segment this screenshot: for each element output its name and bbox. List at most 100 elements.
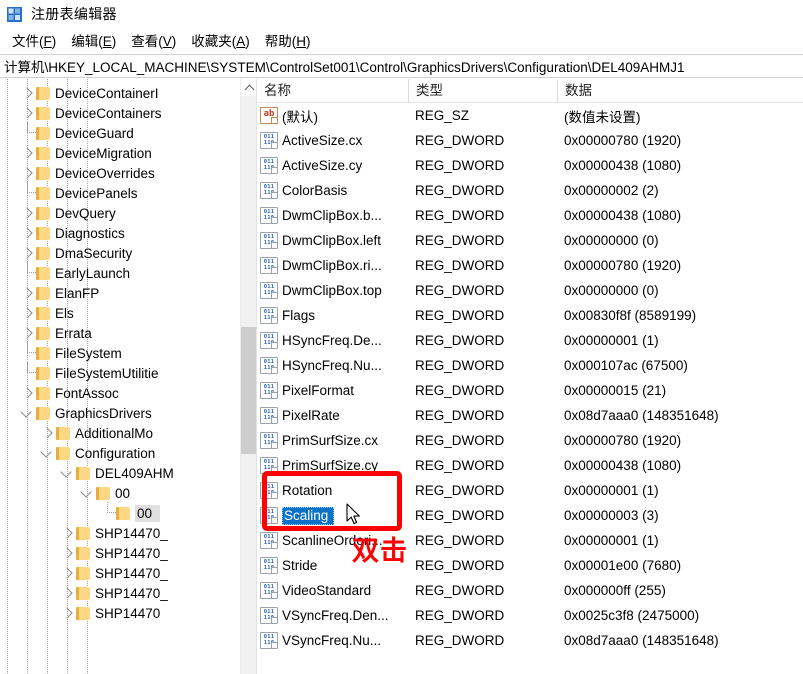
tree-item[interactable]: Configuration — [0, 443, 246, 463]
dword-value-icon: 011110 — [260, 382, 278, 399]
value-type: REG_DWORD — [409, 408, 558, 423]
chevron-right-icon[interactable] — [20, 103, 36, 123]
value-name: HSyncFreq.Nu... — [282, 358, 382, 373]
value-row[interactable]: 011110VSyncFreq.Den...REG_DWORD0x0025c3f… — [257, 603, 803, 628]
chevron-right-icon[interactable] — [20, 163, 36, 183]
value-row[interactable]: 011110DwmClipBox.topREG_DWORD0x00000000 … — [257, 278, 803, 303]
value-row[interactable]: 011110VideoStandardREG_DWORD0x000000ff (… — [257, 578, 803, 603]
column-header-type[interactable]: 类型 — [409, 79, 558, 103]
tree-item[interactable]: SHP14470_ — [0, 543, 246, 563]
column-header-name[interactable]: 名称 — [257, 79, 409, 103]
value-row[interactable]: 011110StrideREG_DWORD0x00001e00 (7680) — [257, 553, 803, 578]
tree-item[interactable]: 00 — [0, 503, 246, 523]
value-row[interactable]: 011110HSyncFreq.De...REG_DWORD0x00000001… — [257, 328, 803, 353]
tree-vertical-scrollbar[interactable] — [240, 79, 256, 674]
chevron-right-icon[interactable] — [20, 83, 36, 103]
tree-item[interactable]: DeviceContainers — [0, 103, 246, 123]
tree-item-label: SHP14470_ — [95, 546, 168, 561]
tree-scrollbar-thumb[interactable] — [241, 327, 257, 454]
value-name-cell: 011110Rotation — [257, 482, 409, 499]
dword-value-icon: 011110 — [260, 432, 278, 449]
chevron-down-icon[interactable] — [60, 463, 76, 483]
menu-help[interactable]: 帮助(H) — [259, 29, 320, 51]
chevron-right-icon[interactable] — [60, 583, 76, 603]
menu-view[interactable]: 查看(V) — [125, 29, 185, 51]
value-name-cell: 011110DwmClipBox.top — [257, 282, 409, 299]
value-data: 0x000000ff (255) — [558, 583, 803, 598]
registry-values-pane[interactable]: 名称 类型 数据 ab(默认)REG_SZ(数值未设置)011110Active… — [257, 79, 803, 674]
tree-item[interactable]: FontAssoc — [0, 383, 246, 403]
value-row[interactable]: 011110ActiveSize.cyREG_DWORD0x00000438 (… — [257, 153, 803, 178]
chevron-right-icon[interactable] — [60, 603, 76, 623]
tree-item[interactable]: AdditionalMo — [0, 423, 246, 443]
value-row[interactable]: 011110DwmClipBox.b...REG_DWORD0x00000438… — [257, 203, 803, 228]
chevron-right-icon[interactable] — [20, 283, 36, 303]
tree-item[interactable]: DEL409AHM — [0, 463, 246, 483]
column-header-data[interactable]: 数据 — [558, 79, 803, 103]
folder-icon — [76, 527, 90, 540]
tree-item[interactable]: DevQuery — [0, 203, 246, 223]
scroll-up-arrow[interactable] — [241, 79, 257, 96]
value-row[interactable]: 011110RotationREG_DWORD0x00000001 (1) — [257, 478, 803, 503]
chevron-right-icon[interactable] — [20, 243, 36, 263]
address-bar[interactable]: 计算机\HKEY_LOCAL_MACHINE\SYSTEM\ControlSet… — [0, 54, 803, 78]
value-row[interactable]: 011110ActiveSize.cxREG_DWORD0x00000780 (… — [257, 128, 803, 153]
chevron-right-icon[interactable] — [60, 543, 76, 563]
chevron-right-icon[interactable] — [20, 203, 36, 223]
registry-tree-pane[interactable]: DeviceContainerIDeviceContainersDeviceGu… — [0, 79, 257, 674]
value-row[interactable]: 011110ScanlineOrderi...REG_DWORD0x000000… — [257, 528, 803, 553]
menu-edit[interactable]: 编辑(E) — [65, 29, 125, 51]
tree-item[interactable]: Errata — [0, 323, 246, 343]
dword-value-icon: 011110 — [260, 307, 278, 324]
tree-item[interactable]: SHP14470_ — [0, 563, 246, 583]
tree-item[interactable]: Diagnostics — [0, 223, 246, 243]
chevron-down-icon[interactable] — [20, 403, 36, 423]
value-row[interactable]: 011110HSyncFreq.Nu...REG_DWORD0x000107ac… — [257, 353, 803, 378]
value-row[interactable]: 011110ColorBasisREG_DWORD0x00000002 (2) — [257, 178, 803, 203]
value-row[interactable]: 011110DwmClipBox.ri...REG_DWORD0x0000078… — [257, 253, 803, 278]
tree-item[interactable]: SHP14470_ — [0, 583, 246, 603]
values-list[interactable]: ab(默认)REG_SZ(数值未设置)011110ActiveSize.cxRE… — [257, 103, 803, 653]
value-row[interactable]: 011110PixelRateREG_DWORD0x08d7aaa0 (1483… — [257, 403, 803, 428]
tree-item[interactable]: DevicePanels — [0, 183, 246, 203]
chevron-down-icon[interactable] — [40, 443, 56, 463]
tree-item[interactable]: SHP14470 — [0, 603, 246, 623]
value-row[interactable]: 011110DwmClipBox.leftREG_DWORD0x00000000… — [257, 228, 803, 253]
chevron-down-icon[interactable] — [80, 483, 96, 503]
tree-item-label: AdditionalMo — [75, 426, 153, 441]
chevron-right-icon[interactable] — [20, 323, 36, 343]
chevron-right-icon[interactable] — [60, 563, 76, 583]
value-row[interactable]: 011110PixelFormatREG_DWORD0x00000015 (21… — [257, 378, 803, 403]
tree-item[interactable]: GraphicsDrivers — [0, 403, 246, 423]
chevron-right-icon[interactable] — [60, 523, 76, 543]
menu-file[interactable]: 文件(F) — [6, 29, 65, 51]
chevron-right-icon[interactable] — [20, 223, 36, 243]
value-row[interactable]: ab(默认)REG_SZ(数值未设置) — [257, 103, 803, 128]
registry-tree[interactable]: DeviceContainerIDeviceContainersDeviceGu… — [0, 83, 246, 674]
chevron-right-icon[interactable] — [20, 383, 36, 403]
tree-item[interactable]: 00 — [0, 483, 246, 503]
value-row[interactable]: 011110FlagsREG_DWORD0x00830f8f (8589199) — [257, 303, 803, 328]
tree-item[interactable]: DeviceGuard — [0, 123, 246, 143]
chevron-right-icon[interactable] — [20, 143, 36, 163]
menu-favorites[interactable]: 收藏夹(A) — [185, 29, 259, 51]
tree-item[interactable]: FileSystemUtilitie — [0, 363, 246, 383]
tree-item[interactable]: DmaSecurity — [0, 243, 246, 263]
values-column-header: 名称 类型 数据 — [257, 79, 803, 103]
tree-item[interactable]: DeviceContainerI — [0, 83, 246, 103]
menu-help-accel: H — [296, 34, 306, 49]
value-name: VSyncFreq.Nu... — [282, 633, 381, 648]
value-row[interactable]: 011110ScalingREG_DWORD0x00000003 (3) — [257, 503, 803, 528]
tree-item[interactable]: DeviceOverrides — [0, 163, 246, 183]
tree-item[interactable]: Els — [0, 303, 246, 323]
tree-item[interactable]: FileSystem — [0, 343, 246, 363]
chevron-right-icon[interactable] — [40, 423, 56, 443]
value-row[interactable]: 011110PrimSurfSize.cxREG_DWORD0x00000780… — [257, 428, 803, 453]
chevron-right-icon[interactable] — [20, 303, 36, 323]
tree-item[interactable]: EarlyLaunch — [0, 263, 246, 283]
tree-item[interactable]: ElanFP — [0, 283, 246, 303]
value-row[interactable]: 011110PrimSurfSize.cyREG_DWORD0x00000438… — [257, 453, 803, 478]
tree-item[interactable]: SHP14470_ — [0, 523, 246, 543]
tree-item[interactable]: DeviceMigration — [0, 143, 246, 163]
value-row[interactable]: 011110VSyncFreq.Nu...REG_DWORD0x08d7aaa0… — [257, 628, 803, 653]
